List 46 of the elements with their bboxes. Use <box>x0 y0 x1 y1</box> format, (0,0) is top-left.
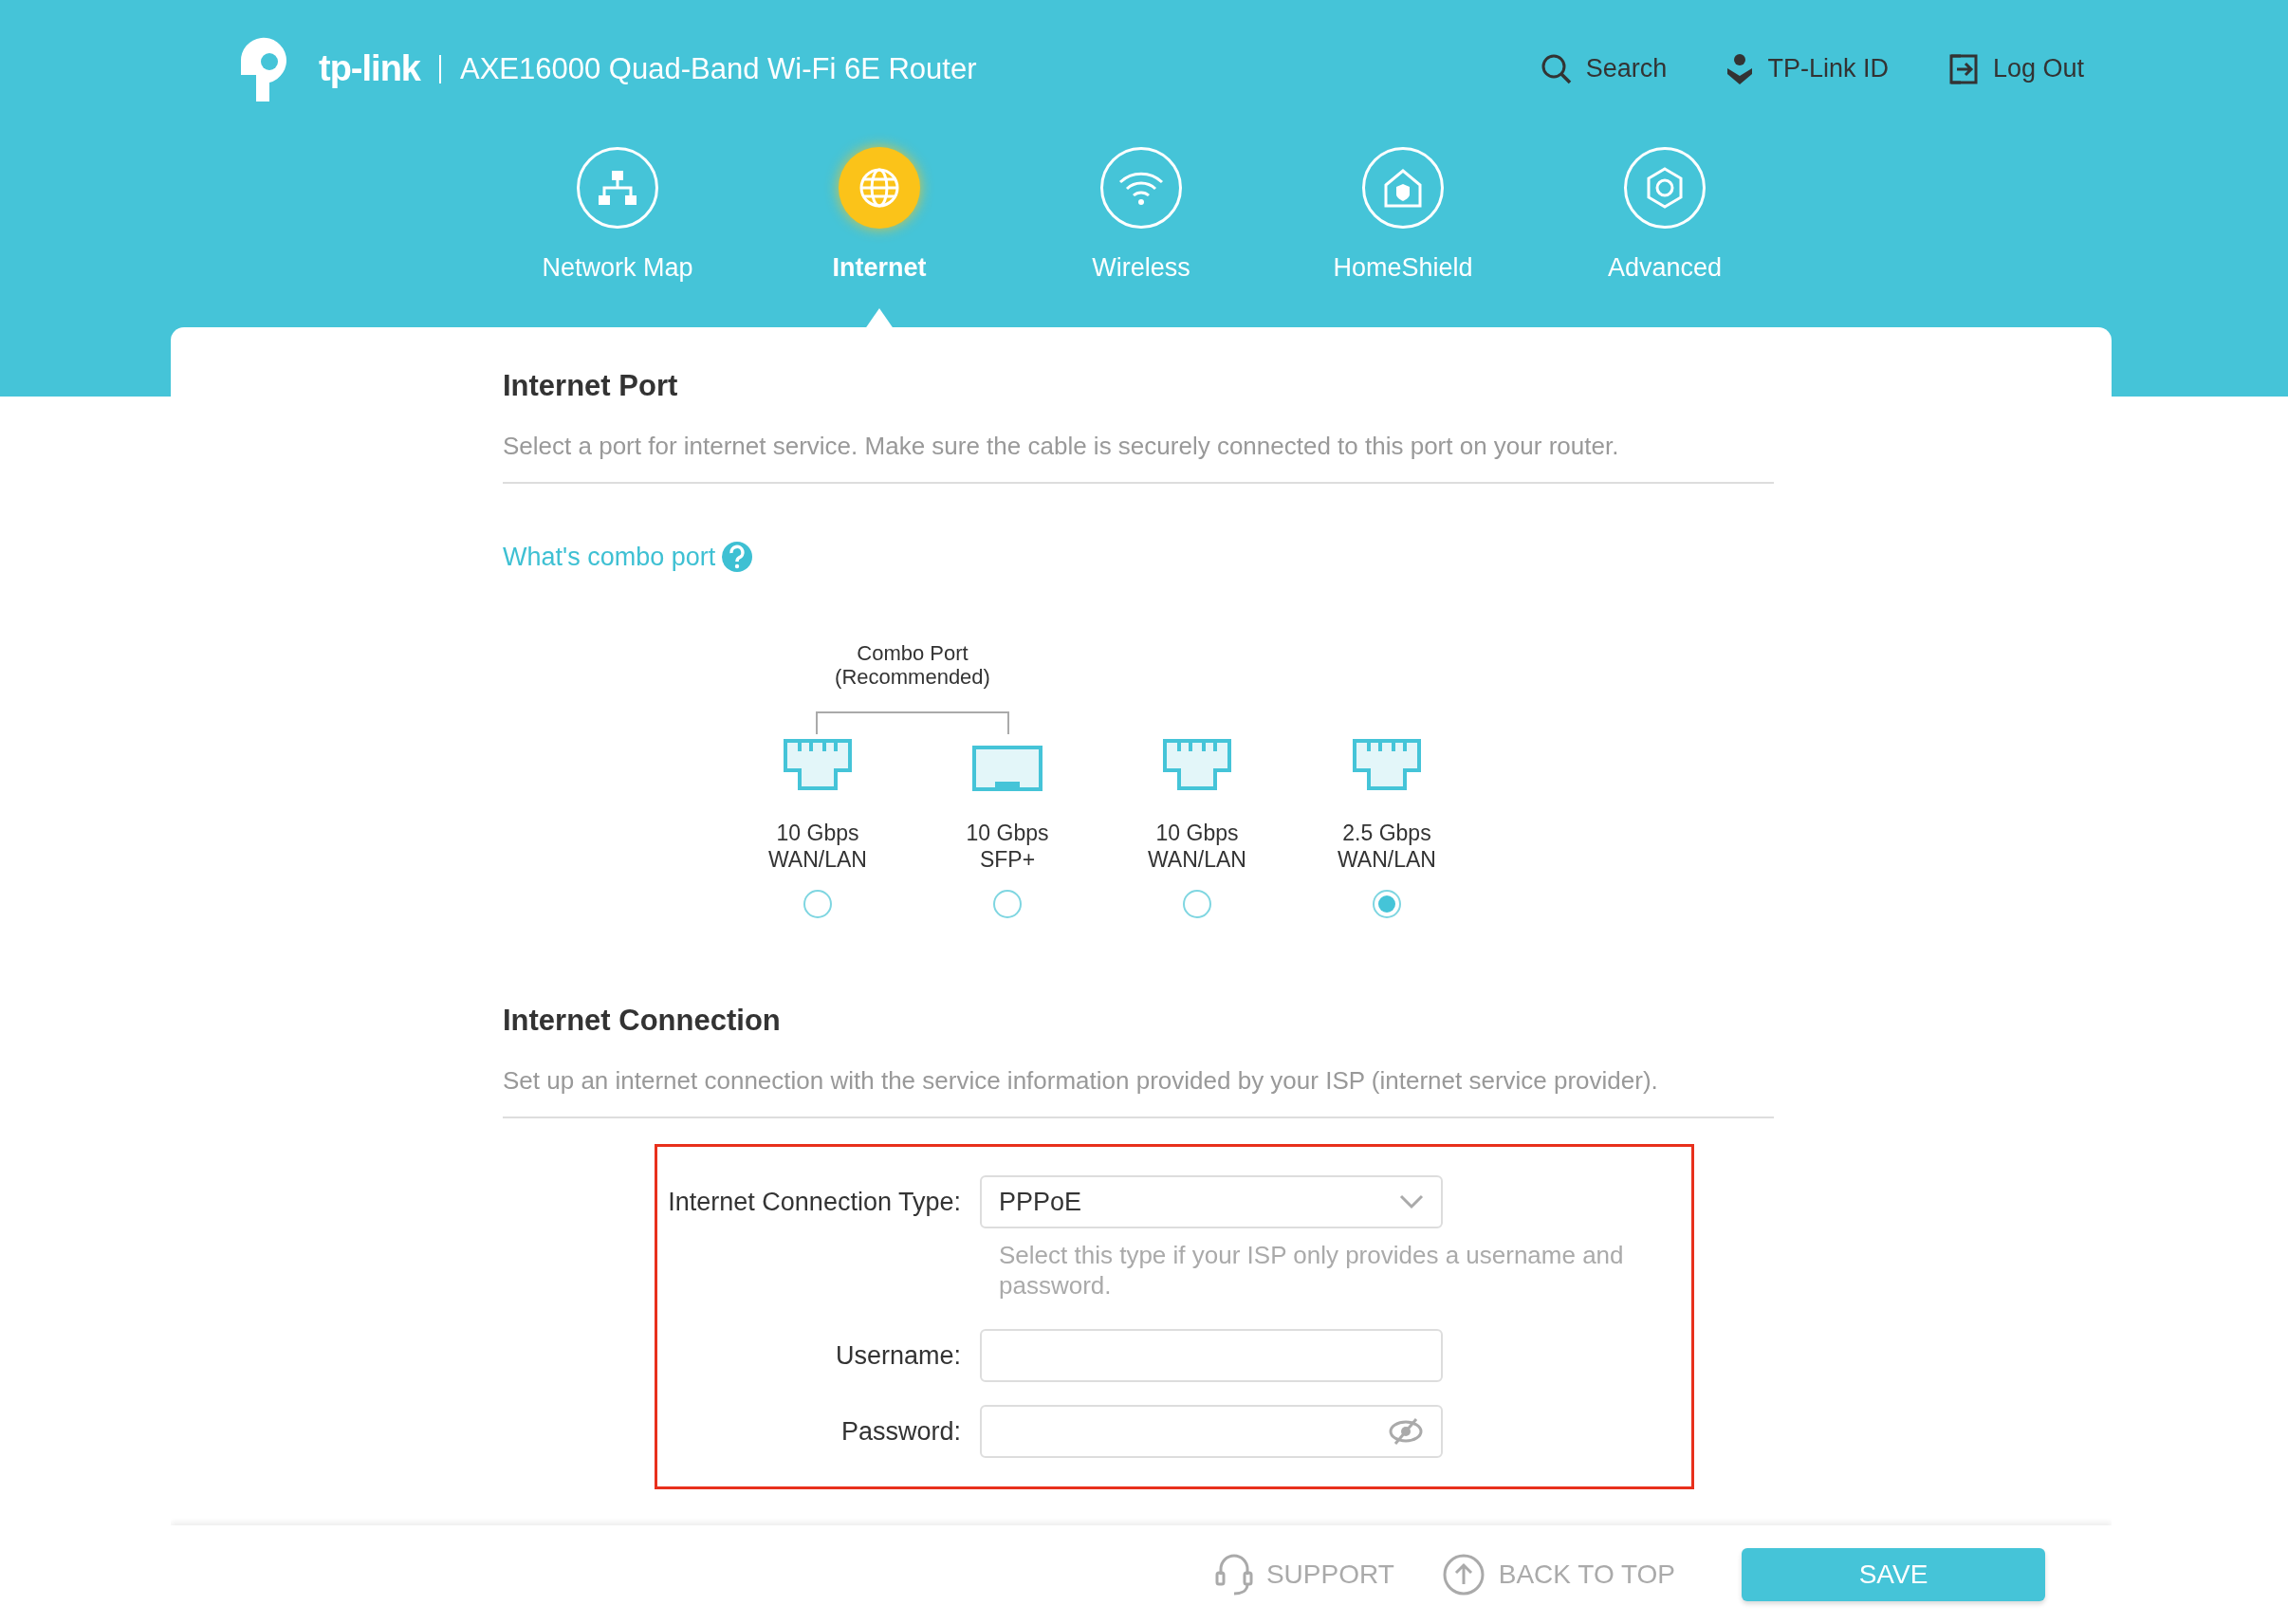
section-title: Internet Port <box>503 369 679 403</box>
section-title: Internet Connection <box>503 1004 782 1038</box>
ethernet-port-icon <box>1162 738 1232 791</box>
nav-tab[interactable]: HomeShield <box>1272 147 1534 327</box>
field-label: Password: <box>840 1416 961 1447</box>
ethernet-port-icon <box>1352 738 1422 791</box>
section-description: Select a port for internet service. Make sure the cable is securely connected to this port on your router. <box>503 432 1774 484</box>
logout-link[interactable]: Log Out <box>1947 52 2084 85</box>
account-link[interactable]: TP-Link ID <box>1725 52 1889 85</box>
combo-port-link[interactable]: What's combo port <box>503 541 754 573</box>
section-description: Set up an internet connection with the service information provided by your ISP (internet service provider). <box>503 1066 1774 1118</box>
field-label: Username: <box>834 1340 961 1371</box>
nav-tab[interactable]: Network Map <box>487 147 748 327</box>
sfp-port-icon <box>972 746 1043 791</box>
port-radio[interactable] <box>1373 890 1401 918</box>
nav-tab[interactable]: Wireless <box>1010 147 1272 327</box>
globe-icon <box>858 166 901 210</box>
chevron-down-icon <box>1399 1194 1424 1209</box>
arrow-up-circle-icon <box>1441 1553 1485 1596</box>
field-label: Internet Connection Type: <box>667 1187 961 1217</box>
connection-type-select[interactable]: PPPoE <box>980 1175 1443 1228</box>
combo-port-label: Combo Port (Recommended) <box>835 641 990 689</box>
field-hint: Select this type if your ISP only provides a username and password. <box>998 1240 1625 1301</box>
port-radio[interactable] <box>993 890 1022 918</box>
back-to-top-link[interactable]: BACK TO TOP <box>1441 1553 1675 1596</box>
port-label: 2.5 Gbps WAN/LAN <box>1338 820 1436 873</box>
headset-icon <box>1214 1554 1253 1596</box>
username-field[interactable] <box>980 1329 1443 1382</box>
support-link[interactable]: SUPPORT <box>1214 1554 1394 1596</box>
nav-tab[interactable]: Advanced <box>1534 147 1796 327</box>
port-label: 10 Gbps WAN/LAN <box>768 820 867 873</box>
brand-name: tp-link <box>319 48 420 89</box>
port-radio[interactable] <box>803 890 832 918</box>
port-label: 10 Gbps SFP+ <box>966 820 1049 873</box>
router-model: AXE16000 Quad-Band Wi-Fi 6E Router <box>460 51 977 86</box>
port-label: 10 Gbps WAN/LAN <box>1148 820 1246 873</box>
network-icon <box>597 169 638 207</box>
password-field[interactable] <box>980 1405 1443 1458</box>
search-icon <box>1540 52 1573 85</box>
save-button[interactable]: SAVE <box>1742 1548 2045 1601</box>
search-link[interactable]: Search <box>1540 52 1668 85</box>
port-radio[interactable] <box>1183 890 1211 918</box>
help-icon <box>721 541 754 573</box>
ethernet-port-icon <box>783 738 853 791</box>
eye-hidden-icon <box>1388 1417 1424 1446</box>
person-icon <box>1725 52 1755 85</box>
